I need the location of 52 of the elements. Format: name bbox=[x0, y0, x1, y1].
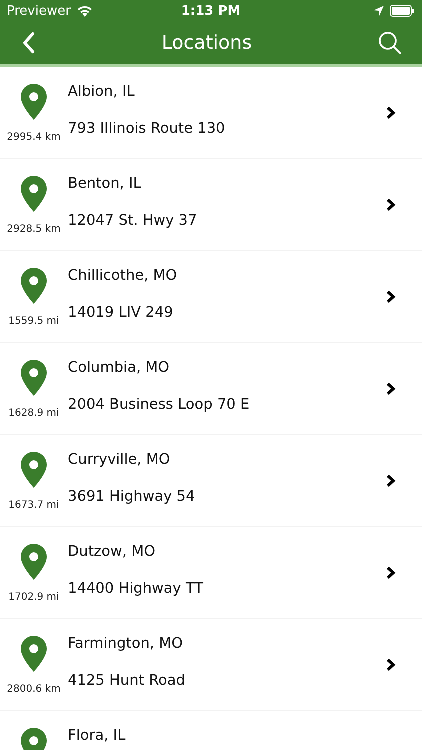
chevron-right-icon bbox=[386, 382, 396, 396]
distance-label: 2995.4 km bbox=[7, 132, 61, 143]
location-address: 2004 Business Loop 70 E bbox=[68, 397, 251, 413]
location-row[interactable]: 1702.9 mi Dutzow, MO 14400 Highway TT bbox=[0, 527, 422, 619]
distance-label: 1702.9 mi bbox=[8, 592, 60, 603]
location-row[interactable]: 1628.9 mi Columbia, MO 2004 Business Loop 70 E bbox=[0, 343, 422, 435]
map-pin-icon bbox=[21, 84, 47, 120]
map-pin-icon bbox=[21, 636, 47, 672]
distance-label: 1559.5 mi bbox=[8, 316, 60, 327]
location-row[interactable]: Flora, IL bbox=[0, 711, 422, 750]
wifi-icon bbox=[76, 5, 93, 17]
location-row[interactable]: 1559.5 mi Chillicothe, MO 14019 LIV 249 bbox=[0, 251, 422, 343]
distance-label: 2800.6 km bbox=[7, 684, 61, 695]
location-name: Albion, IL bbox=[68, 84, 136, 100]
battery-icon bbox=[390, 5, 415, 17]
location-name: Dutzow, MO bbox=[68, 544, 157, 560]
chevron-right-icon bbox=[386, 198, 396, 212]
location-row[interactable]: 2995.4 km Albion, IL 793 Illinois Route 130 bbox=[0, 67, 422, 159]
chevron-right-icon bbox=[386, 106, 396, 120]
location-address: 3691 Highway 54 bbox=[68, 489, 196, 505]
location-row[interactable]: 1673.7 mi Curryville, MO 3691 Highway 54 bbox=[0, 435, 422, 527]
location-name: Columbia, MO bbox=[68, 360, 171, 376]
map-pin-icon bbox=[21, 360, 47, 396]
location-arrow-icon bbox=[374, 6, 384, 16]
map-pin-icon bbox=[21, 176, 47, 212]
location-row[interactable]: 2928.5 km Benton, IL 12047 St. Hwy 37 bbox=[0, 159, 422, 251]
chevron-right-icon bbox=[386, 290, 396, 304]
location-name: Farmington, MO bbox=[68, 636, 184, 652]
location-name: Chillicothe, MO bbox=[68, 268, 178, 284]
location-address: 12047 St. Hwy 37 bbox=[68, 213, 198, 229]
chevron-right-icon bbox=[386, 566, 396, 580]
location-address: 4125 Hunt Road bbox=[68, 673, 186, 689]
page-title: Locations bbox=[162, 32, 252, 54]
distance-label: 1628.9 mi bbox=[8, 408, 60, 419]
location-name: Curryville, MO bbox=[68, 452, 172, 468]
status-time: 1:13 PM bbox=[181, 4, 241, 18]
distance-label: 1673.7 mi bbox=[8, 500, 60, 511]
back-button[interactable] bbox=[22, 32, 36, 54]
search-button[interactable] bbox=[378, 31, 402, 55]
chevron-right-icon bbox=[386, 658, 396, 672]
map-pin-icon bbox=[21, 544, 47, 580]
location-name: Flora, IL bbox=[68, 728, 127, 744]
location-address: 14400 Highway TT bbox=[68, 581, 204, 597]
chevron-right-icon bbox=[386, 474, 396, 488]
map-pin-icon bbox=[21, 452, 47, 488]
location-address: 793 Illinois Route 130 bbox=[68, 121, 226, 137]
map-pin-icon bbox=[21, 268, 47, 304]
carrier-name: Previewer bbox=[7, 4, 71, 18]
location-address: 14019 LIV 249 bbox=[68, 305, 174, 321]
location-row[interactable]: 2800.6 km Farmington, MO 4125 Hunt Road bbox=[0, 619, 422, 711]
location-name: Benton, IL bbox=[68, 176, 142, 192]
distance-label: 2928.5 km bbox=[7, 224, 61, 235]
